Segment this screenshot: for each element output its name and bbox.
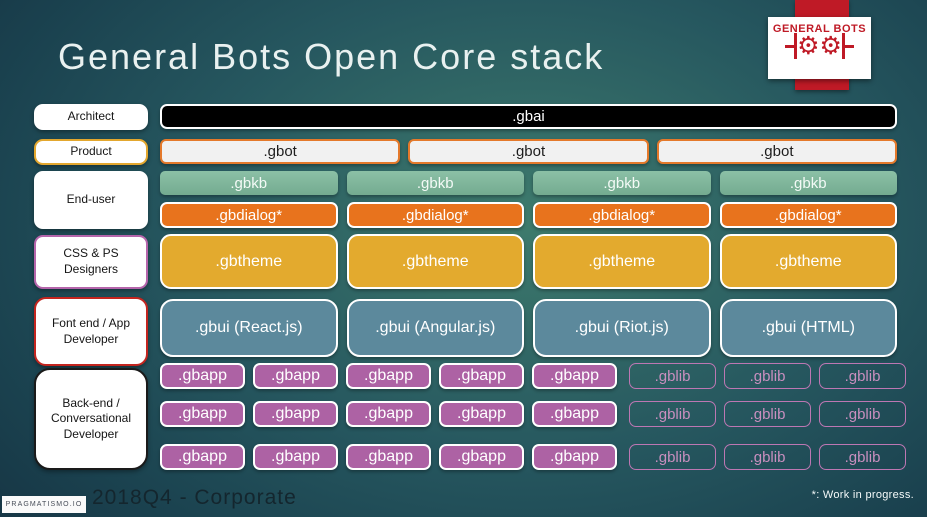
block-gblib: .gblib [819, 444, 906, 470]
block-gbui-react: .gbui (React.js) [160, 299, 338, 357]
pragmatismo-badge: PRAGMATISMO.IO [2, 496, 86, 513]
block-gbdialog: .gbdialog* [160, 202, 338, 228]
gear-icon: ⚙ [819, 32, 842, 60]
block-gblib: .gblib [724, 401, 811, 427]
block-gbtheme: .gbtheme [346, 234, 524, 289]
block-gbapp: .gbapp [439, 444, 524, 470]
block-gbui-html: .gbui (HTML) [719, 299, 897, 357]
row-gbkb: .gbkb .gbkb .gbkb .gbkb [160, 171, 897, 195]
block-gbapp: .gbapp [532, 444, 617, 470]
block-gbapp: .gbapp [346, 444, 431, 470]
role-label-backend-conversational-developer: Back-end / Conversational Developer [34, 368, 148, 470]
block-gbtheme: .gbtheme [719, 234, 897, 289]
block-gbapp: .gbapp [532, 363, 617, 389]
work-in-progress-note: *: Work in progress. [811, 489, 914, 501]
block-gbapp: .gbapp [253, 444, 338, 470]
page-title: General Bots Open Core stack [58, 36, 605, 77]
block-gbkb: .gbkb [346, 171, 524, 195]
footer-caption: 2018Q4 - Corporate [92, 486, 297, 509]
block-gblib: .gblib [819, 363, 906, 389]
block-gbtheme: .gbtheme [160, 234, 338, 289]
gear-line-right [844, 44, 854, 48]
block-gbkb: .gbkb [160, 171, 338, 195]
block-gbdialog: .gbdialog* [346, 202, 524, 228]
block-gblib: .gblib [629, 401, 716, 427]
block-gbot: .gbot [656, 139, 897, 164]
block-gblib: .gblib [629, 444, 716, 470]
block-gbapp: .gbapp [346, 363, 431, 389]
role-label-product: Product [34, 139, 148, 165]
row-backend-3: .gbapp .gbapp .gbapp .gbapp .gbapp .gbli… [160, 444, 906, 470]
block-gbapp: .gbapp [439, 363, 524, 389]
gear-icon: ⚙ [797, 32, 820, 60]
block-gbapp: .gbapp [160, 363, 245, 389]
row-gbui: .gbui (React.js) .gbui (Angular.js) .gbu… [160, 299, 897, 357]
block-gbapp: .gbapp [160, 444, 245, 470]
gears-icon: ⚙ ⚙ [785, 33, 854, 59]
block-gbdialog: .gbdialog* [533, 202, 711, 228]
block-gbui-riot: .gbui (Riot.js) [533, 299, 711, 357]
block-gbkb: .gbkb [719, 171, 897, 195]
block-gbdialog: .gbdialog* [719, 202, 897, 228]
block-gblib: .gblib [819, 401, 906, 427]
row-backend-1: .gbapp .gbapp .gbapp .gbapp .gbapp .gbli… [160, 363, 906, 389]
role-label-architect: Architect [34, 104, 148, 130]
row-gbdialog: .gbdialog* .gbdialog* .gbdialog* .gbdial… [160, 202, 897, 228]
row-gbtheme: .gbtheme .gbtheme .gbtheme .gbtheme [160, 234, 897, 289]
block-gbapp: .gbapp [346, 401, 431, 427]
block-gbui-angular: .gbui (Angular.js) [346, 299, 524, 357]
block-gblib: .gblib [724, 363, 811, 389]
block-gbapp: .gbapp [532, 401, 617, 427]
block-gbot: .gbot [408, 139, 649, 164]
block-gbai: .gbai [160, 104, 897, 129]
role-label-css-ps-designers: CSS & PS Designers [34, 235, 148, 289]
block-gblib: .gblib [724, 444, 811, 470]
row-backend-2: .gbapp .gbapp .gbapp .gbapp .gbapp .gbli… [160, 401, 906, 427]
block-gbtheme: .gbtheme [533, 234, 711, 289]
gear-line-left [785, 44, 795, 48]
role-label-end-user: End-user [34, 171, 148, 229]
row-gbai: .gbai [160, 104, 897, 129]
block-gbapp: .gbapp [439, 401, 524, 427]
role-label-frontend-app-developer: Font end / App Developer [34, 297, 148, 366]
block-gblib: .gblib [629, 363, 716, 389]
row-gbot: .gbot .gbot .gbot [160, 139, 897, 164]
general-bots-logo: GENERAL BOTS ⚙ ⚙ [768, 17, 871, 79]
block-gbkb: .gbkb [533, 171, 711, 195]
block-gbapp: .gbapp [253, 401, 338, 427]
block-gbot: .gbot [160, 139, 401, 164]
block-gbapp: .gbapp [160, 401, 245, 427]
slide-canvas: General Bots Open Core stack GENERAL BOT… [0, 0, 927, 517]
block-gbapp: .gbapp [253, 363, 338, 389]
